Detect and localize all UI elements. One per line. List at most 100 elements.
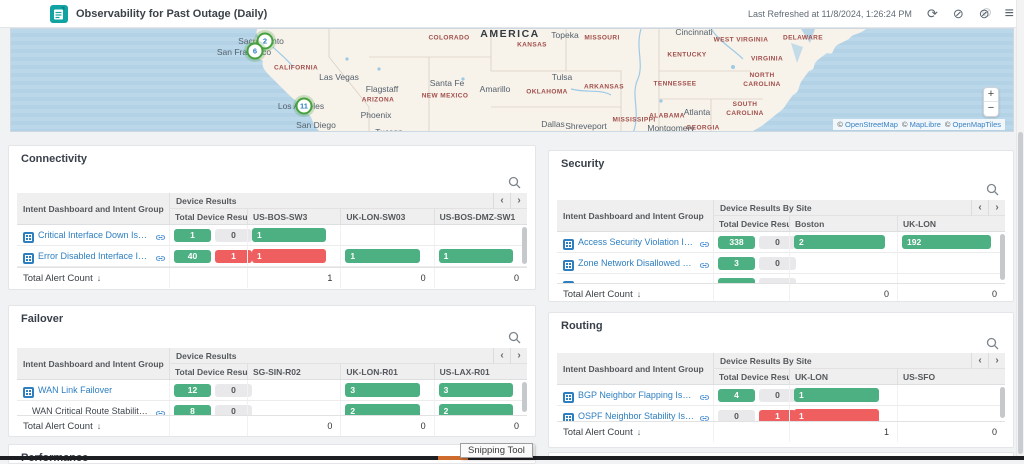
row-group-header: Intent Dashboard and Intent Group [557,200,713,231]
next-page-button[interactable]: › [510,348,527,364]
intent-link[interactable]: Error Disabled Interface Issue [38,251,151,261]
total-alert-count-label: Total Alert Count↓ [557,422,713,442]
column-header: Total Device Results [169,209,247,224]
header-actions: Last Refreshed at 11/8/2024, 1:26:24 PM … [748,6,1014,22]
link-icon[interactable] [699,237,710,248]
intent-dashboard-icon [23,230,34,241]
next-page-button[interactable]: › [988,353,1005,369]
link-icon[interactable] [699,390,710,401]
map-state-label: ARKANSAS [584,84,624,93]
page-scrollbar[interactable] [1016,0,1024,460]
map-state-label: COLORADO [428,35,469,44]
attribution-link[interactable]: MapLibre [910,120,941,129]
total-alert-value [169,416,247,436]
attribution-link[interactable]: OpenStreetMap [845,120,898,129]
link-icon[interactable] [155,406,166,416]
map-state-label: KENTUCKY [667,52,706,61]
intent-link[interactable]: WAN Link Failover [38,385,166,395]
sort-descending-icon[interactable]: ↓ [97,421,102,431]
link-icon[interactable] [155,251,166,262]
table-scrollbar[interactable] [1000,234,1005,280]
intent-table: Intent Dashboard and Intent GroupDevice … [557,200,1005,302]
column-header: UK-LON-SW03 [340,209,433,224]
column-header: Boston [789,216,897,231]
map-state-label: ARIZONA [362,97,394,106]
panel-connectivity: Connectivity Intent Dashboard and Intent… [8,145,536,290]
link-icon[interactable] [155,230,166,241]
map-cluster-marker[interactable]: 6 [247,43,264,60]
prev-page-button[interactable]: ‹ [971,353,988,369]
intent-link[interactable]: OSPF Neighbor Stability Issue [578,411,695,421]
table-row: Zone Network Disallowed Reachability ...… [557,253,1005,274]
page-scrollbar-thumb[interactable] [1018,132,1023,454]
total-alert-value [713,284,789,302]
total-alert-value: 0 [247,416,340,436]
sort-descending-icon[interactable]: ↓ [637,427,642,437]
map-cluster-marker[interactable]: 11 [296,98,313,115]
device-results-header: Device Results‹› [169,348,527,364]
table-row: Error Disabled Interface Issue401111 [17,246,527,267]
total-alert-count-label: Total Alert Count↓ [17,416,169,436]
prev-page-button[interactable]: ‹ [971,200,988,216]
prev-page-button[interactable]: ‹ [493,193,510,209]
attribution-link[interactable]: OpenMapTiles [953,120,1002,129]
result-pill [718,278,755,284]
group-header-label: Device Results [170,351,493,361]
next-page-button[interactable]: › [988,200,1005,216]
panel-failover: Failover Intent Dashboard and Intent Gro… [8,305,536,437]
search-icon[interactable] [508,331,521,344]
link-icon[interactable] [699,258,710,269]
table-row: Access Security Violation Issue33802192 [557,232,1005,253]
device-results-header: Device Results‹› [169,193,527,209]
zoom-out-button[interactable]: − [984,102,998,116]
panel-routing: Routing Intent Dashboard and Intent Grou… [548,312,1014,448]
sort-descending-icon[interactable]: ↓ [97,273,102,283]
search-icon[interactable] [986,337,999,350]
refresh-icon[interactable]: ⟳ [927,7,938,20]
map-city-label: Phoenix [361,110,392,120]
intent-link[interactable]: Access Security Violation Issue [578,237,695,247]
table-scrollbar[interactable] [522,382,527,412]
search-icon[interactable] [986,183,999,196]
total-alert-value: 0 [897,422,1005,442]
intent-link[interactable]: Zone Network Disallowed Reachability ... [578,258,695,268]
dashboard-app-icon [50,5,68,23]
intent-dashboard-icon [23,385,34,396]
next-page-button[interactable]: › [510,193,527,209]
page-title: Observability for Past Outage (Daily) [76,8,267,20]
menu-icon[interactable]: ≡ [1005,6,1014,22]
device-result-bar: 2 [345,404,419,415]
map-country-label: AMERICA [480,28,540,40]
table-scrollbar[interactable] [522,227,527,264]
table-rows-viewport: Critical Interface Down Issue101Error Di… [17,225,527,267]
device-result-bar: 3 [345,383,419,397]
column-header: Total Device Results [713,369,789,384]
intent-link[interactable]: BGP Neighbor Flapping Issue [578,390,695,400]
panel-title: Security [561,158,604,170]
sort-descending-icon[interactable]: ↓ [637,289,642,299]
prev-page-button[interactable]: ‹ [493,348,510,364]
total-alert-value: 0 [340,416,433,436]
disable-dashboard-icon[interactable]: ⊘ [953,7,964,20]
geo-map[interactable]: CALIFORNIAARIZONANEW MEXICOCOLORADOKANSA… [10,28,1014,132]
zoom-in-button[interactable]: + [984,88,998,102]
map-state-label: MISSOURI [584,35,619,44]
link-icon[interactable] [699,411,710,422]
intent-link: WAN Critical Route Stability Issue [23,406,151,415]
disable-widgets-icon[interactable]: ⊘ [979,7,990,20]
device-result-bar: 2 [439,404,513,415]
map-state-label: NEW MEXICO [422,93,469,102]
column-header: UK-LON [789,369,897,384]
intent-link[interactable]: Critical Interface Down Issue [38,230,151,240]
table-scrollbar[interactable] [1000,387,1005,418]
total-alert-value: 1 [247,268,340,288]
map-city-label: Tulsa [552,72,572,82]
search-icon[interactable] [508,176,521,189]
result-pill: 0 [718,410,755,422]
intent-table: Intent Dashboard and Intent GroupDevice … [17,193,527,288]
device-result-bar: 3 [439,383,513,397]
total-alert-count-label: Total Alert Count↓ [17,268,169,288]
map-state-label: DELAWARE [783,35,823,44]
column-header: US-SFO [897,369,1005,384]
total-alert-value [169,268,247,288]
